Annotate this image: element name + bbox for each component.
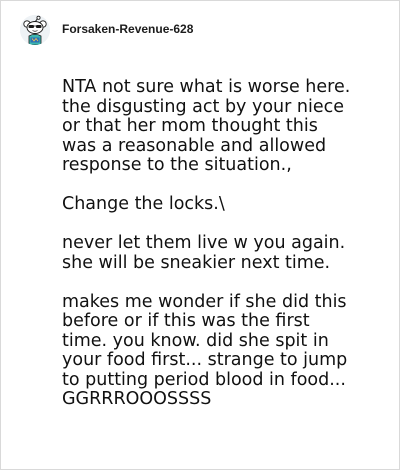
comment-paragraph: never let them live w you again. she wil… bbox=[62, 233, 346, 273]
snoo-avatar-icon bbox=[20, 15, 50, 45]
comment-body: NTA not sure what is worse here. the dis… bbox=[62, 77, 392, 410]
comment-header: Forsaken-Revenue-628 bbox=[20, 15, 193, 45]
comment-paragraph: makes me wonder if she did this before o… bbox=[62, 291, 348, 409]
comment-author[interactable]: Forsaken-Revenue-628 bbox=[62, 22, 193, 36]
comment-paragraph: NTA not sure what is worse here. the dis… bbox=[62, 77, 351, 175]
avatar[interactable] bbox=[20, 15, 50, 45]
comment-card: Forsaken-Revenue-628 NTA not sure what i… bbox=[0, 0, 400, 470]
comment-paragraph: Change the locks.\ bbox=[62, 194, 225, 214]
